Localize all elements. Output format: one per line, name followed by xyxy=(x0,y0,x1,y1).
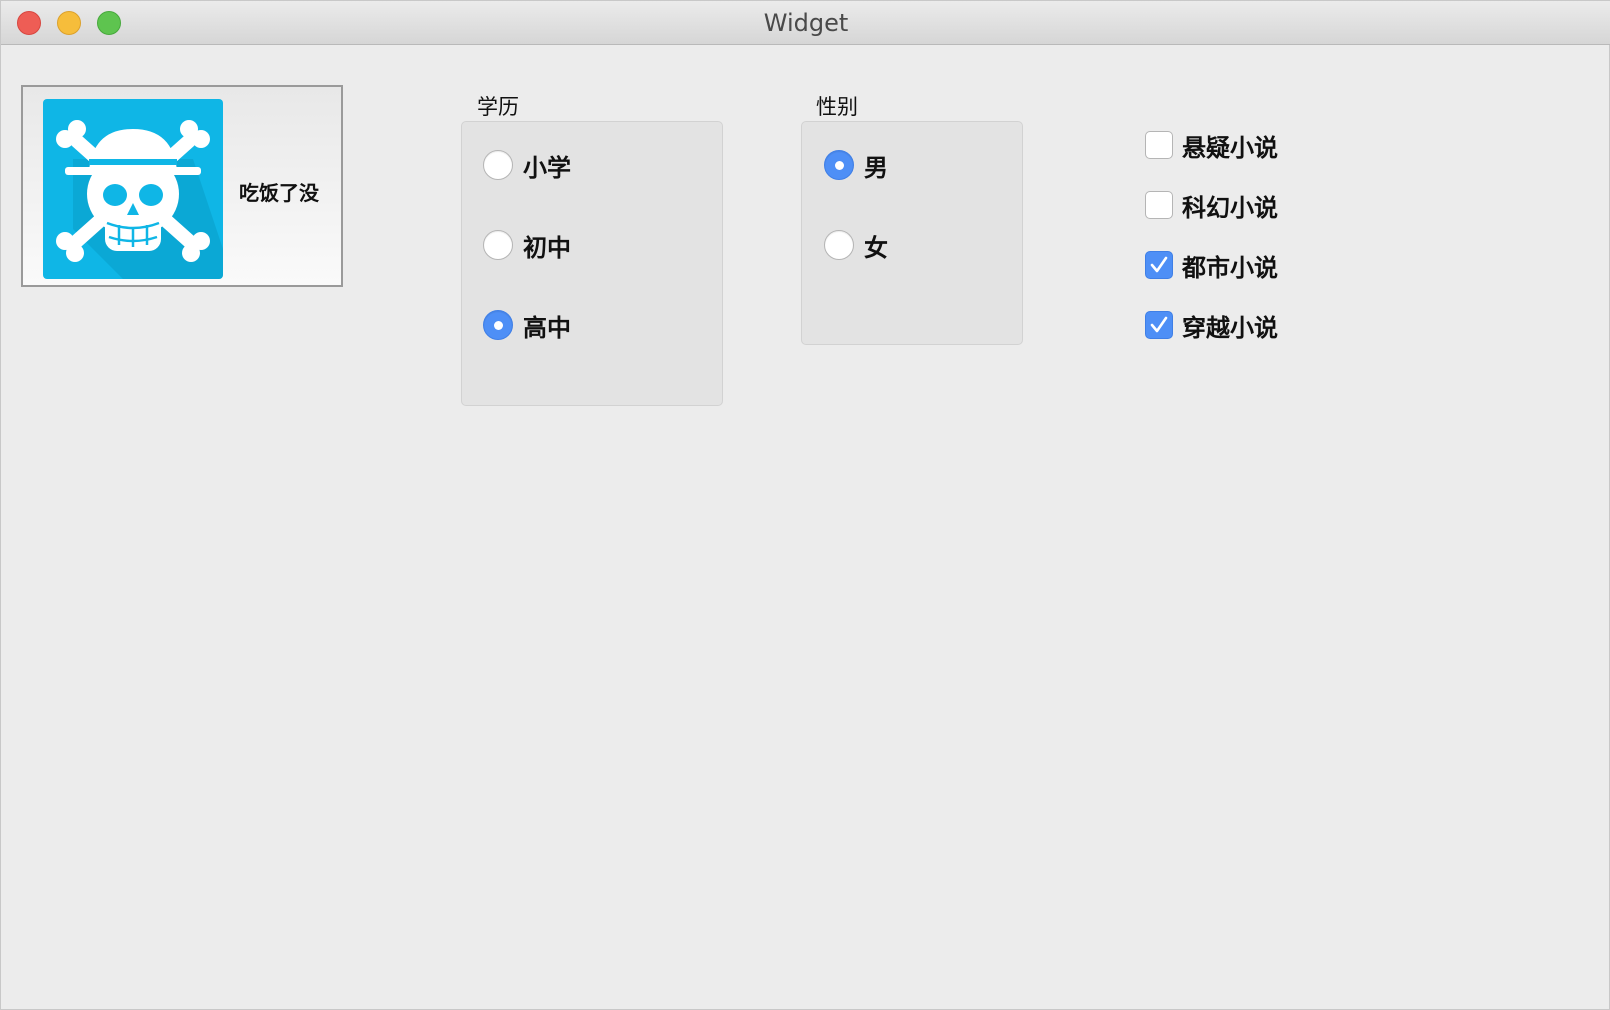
checkbox[interactable] xyxy=(1145,251,1173,279)
checkbox-label: 科幻小说 xyxy=(1182,193,1278,222)
main-window: Widget 吃饭了没 学历 小学 初中 高中 性别 男 女 悬疑小说 科幻小说… xyxy=(0,0,1610,1010)
tool-button[interactable]: 吃饭了没 xyxy=(21,85,343,287)
checkbox-mystery-novel[interactable]: 悬疑小说 xyxy=(1145,129,1278,162)
radio-primary-school[interactable]: 小学 xyxy=(483,148,571,182)
radio-button[interactable] xyxy=(483,150,513,180)
radio-label: 小学 xyxy=(523,153,571,182)
gender-group-title: 性别 xyxy=(816,95,858,119)
radio-junior-high[interactable]: 初中 xyxy=(483,228,571,262)
checkbox-urban-novel[interactable]: 都市小说 xyxy=(1145,249,1278,282)
window-title: Widget xyxy=(763,9,849,37)
radio-senior-high[interactable]: 高中 xyxy=(483,308,571,342)
education-group: 小学 初中 高中 xyxy=(461,121,723,406)
checkbox-time-travel-novel[interactable]: 穿越小说 xyxy=(1145,309,1278,342)
radio-button[interactable] xyxy=(824,150,854,180)
tool-button-label: 吃饭了没 xyxy=(239,181,319,205)
checkbox[interactable] xyxy=(1145,311,1173,339)
radio-label: 女 xyxy=(864,233,888,262)
radio-label: 高中 xyxy=(523,313,571,342)
checkbox-label: 都市小说 xyxy=(1182,253,1278,282)
checkmark-icon xyxy=(1150,316,1168,333)
checkbox[interactable] xyxy=(1145,131,1173,159)
title-bar[interactable]: Widget xyxy=(1,1,1610,45)
radio-button[interactable] xyxy=(824,230,854,260)
radio-button[interactable] xyxy=(483,230,513,260)
checkbox[interactable] xyxy=(1145,191,1173,219)
radio-button[interactable] xyxy=(483,310,513,340)
gender-group: 男 女 xyxy=(801,121,1023,345)
radio-female[interactable]: 女 xyxy=(824,228,888,262)
straw-hat-skull-icon xyxy=(43,99,223,279)
radio-label: 男 xyxy=(864,153,888,182)
checkbox-scifi-novel[interactable]: 科幻小说 xyxy=(1145,189,1278,222)
checkmark-icon xyxy=(1150,256,1168,273)
education-group-title: 学历 xyxy=(477,95,519,119)
checkbox-label: 穿越小说 xyxy=(1182,313,1278,342)
radio-male[interactable]: 男 xyxy=(824,148,888,182)
radio-label: 初中 xyxy=(523,233,571,262)
checkbox-label: 悬疑小说 xyxy=(1182,133,1278,162)
